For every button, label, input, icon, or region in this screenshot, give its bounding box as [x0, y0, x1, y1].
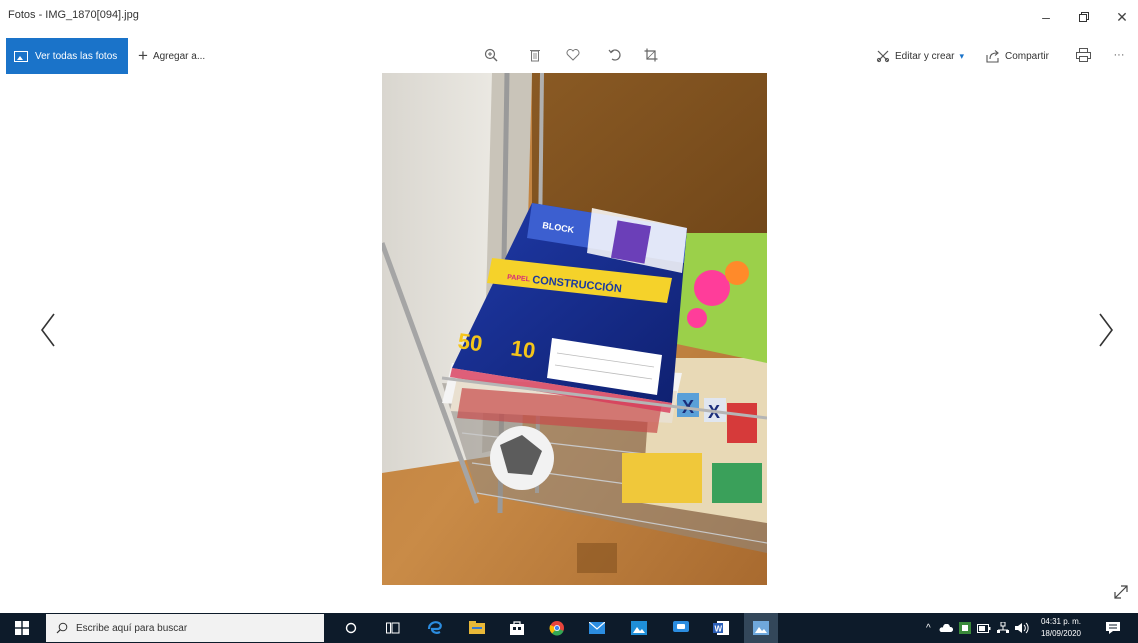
maximize-button[interactable] — [1068, 0, 1100, 34]
volume-icon[interactable] — [1014, 622, 1029, 634]
edge-icon — [427, 621, 442, 634]
task-view-button[interactable] — [378, 613, 408, 643]
onedrive-icon[interactable] — [939, 623, 953, 633]
svg-text:W: W — [715, 625, 723, 634]
edit-create-icon — [876, 50, 890, 63]
colors-count-text: 10 — [509, 335, 537, 363]
photos-icon — [631, 621, 647, 635]
file-explorer-app[interactable] — [462, 613, 492, 643]
chevron-left-icon — [41, 313, 55, 347]
chat-icon — [673, 621, 689, 632]
tray-chevron-up-icon[interactable]: ^ — [926, 623, 931, 634]
taskbar-search-input[interactable]: Escribe aquí para buscar — [46, 614, 324, 642]
add-to-button[interactable]: + Agregar a... — [138, 38, 205, 74]
word-app[interactable]: W — [706, 613, 736, 643]
more-options-button[interactable]: ··· — [1108, 44, 1130, 66]
next-photo-button[interactable] — [1090, 308, 1120, 352]
search-icon — [56, 622, 68, 634]
zoom-icon — [484, 48, 498, 62]
edit-create-button[interactable]: Editar y crear ▾ — [876, 38, 964, 74]
rotate-button[interactable] — [604, 44, 626, 66]
edit-create-label: Editar y crear — [895, 50, 955, 62]
chevron-right-icon — [1099, 313, 1113, 347]
sheets-count-text: 50 — [456, 328, 484, 356]
crop-icon — [644, 48, 658, 62]
window-title: Fotos - IMG_1870[094].jpg — [8, 9, 139, 21]
photos-app-window: Fotos - IMG_1870[094].jpg – ✕ Ver todas … — [0, 0, 1138, 643]
print-icon — [1075, 48, 1091, 62]
cortana-icon — [345, 622, 357, 634]
restore-icon — [1079, 12, 1089, 22]
title-bar: Fotos - IMG_1870[094].jpg – ✕ — [0, 0, 1138, 34]
edge-app[interactable] — [420, 613, 450, 643]
windows-logo-icon — [15, 621, 29, 635]
action-center-button[interactable] — [1098, 613, 1128, 643]
mail-icon — [589, 622, 605, 634]
folder-icon — [469, 621, 485, 634]
cortana-button[interactable] — [336, 613, 366, 643]
close-button[interactable]: ✕ — [1106, 0, 1138, 34]
fullscreen-button[interactable] — [1112, 583, 1130, 601]
expand-icon — [1114, 585, 1128, 599]
messaging-app[interactable] — [666, 613, 696, 643]
delete-icon — [530, 50, 540, 62]
photo-content: X X PAPEL CONSTRUCCIÓN BLOCK 50 10 — [382, 73, 767, 585]
plus-icon: + — [138, 46, 148, 65]
system-tray: ^ — [926, 613, 1029, 643]
heart-icon — [566, 49, 580, 61]
previous-photo-button[interactable] — [34, 308, 64, 352]
battery-icon[interactable] — [976, 623, 991, 633]
start-button[interactable] — [0, 613, 44, 643]
network-icon[interactable] — [996, 622, 1009, 634]
photos-taskbar-app[interactable] — [624, 613, 654, 643]
photo-icon — [14, 50, 28, 62]
close-icon: ✕ — [1116, 8, 1128, 25]
toolbar: Ver todas las fotos + Agregar a... Edita… — [0, 34, 1138, 74]
windows-taskbar: Escribe aquí para buscar W ^ 04:31 p. m.… — [0, 613, 1138, 643]
share-icon — [986, 50, 999, 63]
clock-time: 04:31 p. m. — [1040, 617, 1082, 626]
delete-button[interactable] — [524, 44, 546, 66]
more-icon: ··· — [1113, 49, 1125, 61]
minimize-icon: – — [1042, 9, 1050, 25]
chevron-down-icon: ▾ — [959, 50, 964, 61]
share-label: Compartir — [1005, 50, 1049, 62]
store-app[interactable] — [502, 613, 532, 643]
photo-image: X X PAPEL CONSTRUCCIÓN BLOCK 50 10 — [382, 73, 767, 585]
view-all-photos-button[interactable]: Ver todas las fotos — [6, 38, 128, 74]
task-view-icon — [386, 622, 400, 634]
notification-icon — [1106, 622, 1120, 634]
rotate-icon — [608, 49, 621, 61]
photos-active-icon — [753, 621, 769, 635]
view-all-photos-label: Ver todas las fotos — [35, 50, 118, 62]
photos-active-app[interactable] — [744, 613, 778, 643]
mail-app[interactable] — [582, 613, 612, 643]
zoom-button[interactable] — [480, 44, 502, 66]
search-placeholder: Escribe aquí para buscar — [76, 622, 188, 634]
taskbar-clock[interactable]: 04:31 p. m. 18/09/2020 — [1038, 616, 1084, 640]
app-tray-icon[interactable] — [958, 622, 971, 634]
crop-button[interactable] — [640, 44, 662, 66]
clock-date: 18/09/2020 — [1040, 629, 1082, 638]
chrome-icon — [549, 621, 564, 636]
print-button[interactable] — [1072, 44, 1094, 66]
chrome-app[interactable] — [542, 613, 572, 643]
favorite-button[interactable] — [562, 44, 584, 66]
add-to-label: Agregar a... — [152, 50, 206, 62]
word-icon: W — [713, 621, 729, 635]
store-icon — [510, 621, 524, 635]
minimize-button[interactable]: – — [1030, 0, 1062, 34]
share-button[interactable]: Compartir — [986, 38, 1049, 74]
